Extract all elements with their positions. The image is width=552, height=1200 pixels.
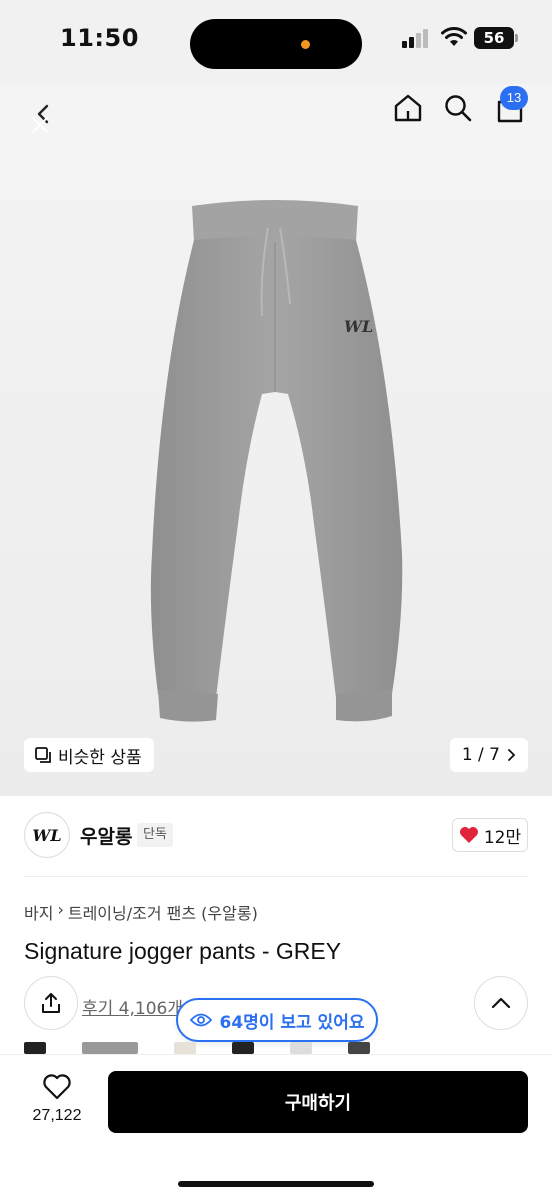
breadcrumb-item[interactable]: 트레이닝/조거 팬츠 (우알롱) bbox=[68, 900, 258, 924]
color-swatch[interactable] bbox=[290, 1042, 312, 1054]
eye-icon bbox=[189, 1013, 212, 1027]
wifi-icon bbox=[441, 27, 467, 46]
product-image: WL bbox=[150, 200, 403, 722]
cart-count-badge: 13 bbox=[500, 86, 528, 110]
similar-products-button[interactable]: 비슷한 상품 bbox=[24, 738, 154, 772]
scroll-to-top-button[interactable] bbox=[474, 976, 528, 1030]
color-swatch[interactable] bbox=[348, 1042, 370, 1054]
recording-indicator-icon bbox=[301, 40, 310, 49]
divider bbox=[24, 876, 528, 877]
review-count-link[interactable]: 후기 4,106개 bbox=[82, 994, 183, 1019]
brand-like-button[interactable]: 12만 bbox=[452, 818, 528, 852]
status-time: 11:50 bbox=[60, 24, 139, 52]
status-bar: 11:50 56 bbox=[0, 0, 552, 84]
share-button[interactable] bbox=[24, 976, 78, 1030]
product-title: Signature jogger pants - GREY bbox=[24, 938, 342, 964]
chevron-left-icon bbox=[32, 104, 49, 133]
breadcrumb: 바지 › 트레이닝/조거 팬츠 (우알롱) bbox=[24, 900, 258, 924]
brand-like-count: 12만 bbox=[483, 827, 522, 848]
breadcrumb-item[interactable]: 바지 bbox=[24, 900, 53, 924]
brand-logo[interactable]: WL bbox=[24, 812, 70, 858]
copy-icon bbox=[35, 747, 51, 763]
search-button[interactable] bbox=[438, 88, 478, 128]
back-button[interactable] bbox=[20, 92, 60, 136]
viewers-count-pill: 64명이 보고 있어요 bbox=[176, 998, 378, 1042]
color-swatch[interactable] bbox=[82, 1042, 138, 1054]
buy-button[interactable]: 구매하기 bbox=[108, 1071, 528, 1133]
heart-filled-icon bbox=[459, 827, 478, 843]
viewers-count-label: 64명이 보고 있어요 bbox=[219, 1012, 365, 1033]
similar-products-label: 비슷한 상품 bbox=[58, 747, 142, 768]
home-icon bbox=[394, 94, 422, 122]
svg-text:WL: WL bbox=[344, 317, 373, 336]
bottom-purchase-bar: 27,122 구매하기 bbox=[0, 1054, 552, 1200]
search-icon bbox=[445, 95, 472, 122]
breadcrumb-separator: › bbox=[57, 900, 64, 919]
brand-name[interactable]: 우알롱 bbox=[80, 822, 132, 849]
chevron-right-icon bbox=[508, 749, 516, 761]
wishlist-count: 27,122 bbox=[32, 1107, 82, 1124]
cellular-signal-icon bbox=[402, 28, 432, 48]
color-swatch[interactable] bbox=[174, 1042, 196, 1054]
brand-row[interactable]: WL 우알롱 단독 12만 bbox=[0, 808, 552, 866]
chevron-up-icon bbox=[491, 997, 511, 1009]
home-button[interactable] bbox=[388, 88, 428, 128]
dynamic-island bbox=[190, 19, 362, 69]
battery-icon: 56 bbox=[474, 27, 518, 49]
heart-outline-icon bbox=[43, 1074, 71, 1100]
image-page-indicator[interactable]: 1 / 7 bbox=[449, 738, 528, 772]
image-page-text: 1 / 7 bbox=[461, 745, 500, 765]
exclusive-badge: 단독 bbox=[137, 823, 173, 847]
product-image-gallery[interactable]: 13 WL 비슷한 상품 1 / 7 bbox=[0, 84, 552, 796]
home-indicator[interactable] bbox=[178, 1181, 374, 1187]
color-swatch[interactable] bbox=[232, 1042, 254, 1054]
share-icon bbox=[42, 993, 60, 1013]
color-swatch[interactable] bbox=[24, 1042, 46, 1054]
color-swatch-row bbox=[24, 1042, 528, 1054]
wishlist-button[interactable]: 27,122 bbox=[24, 1073, 90, 1143]
